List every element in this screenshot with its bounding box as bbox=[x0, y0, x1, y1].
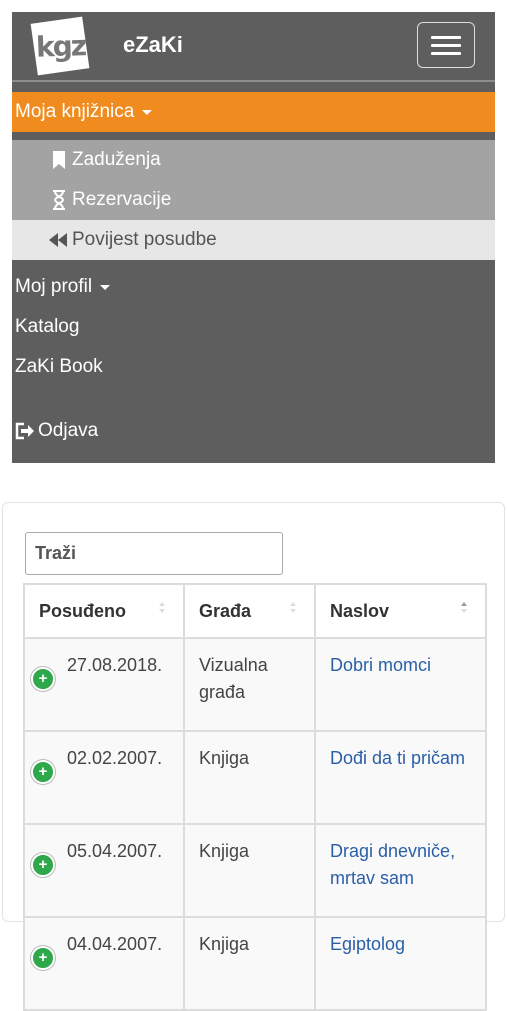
cell-posudeno: + 04.04.2007. bbox=[23, 916, 185, 1011]
submenu-rezervacije-label: Rezervacije bbox=[72, 189, 172, 210]
submenu-rezervacije[interactable]: Rezervacije bbox=[12, 180, 495, 220]
menu-moja-knjiznica-label: Moja knjižnica bbox=[15, 101, 135, 122]
menu-odjava[interactable]: Odjava bbox=[12, 411, 495, 451]
cell-naslov: Dobri momci bbox=[314, 637, 487, 732]
date-value: 27.08.2018. bbox=[67, 655, 163, 675]
title-link[interactable]: Dobri momci bbox=[330, 655, 431, 675]
column-header-label: Posuđeno bbox=[39, 600, 127, 621]
expand-row-icon[interactable]: + bbox=[31, 760, 55, 784]
navbar: kgz eZaKi bbox=[12, 12, 495, 82]
expand-row-icon[interactable]: + bbox=[31, 853, 55, 877]
column-header-grada[interactable]: Građa bbox=[183, 583, 316, 639]
column-header-naslov[interactable]: Naslov bbox=[314, 583, 487, 639]
cell-posudeno: + 05.04.2007. bbox=[23, 823, 185, 918]
cell-naslov: Dragi dnevniče, mrtav sam bbox=[314, 823, 487, 918]
menu-odjava-label: Odjava bbox=[38, 420, 99, 441]
title-link[interactable]: Dragi dnevniče, mrtav sam bbox=[330, 841, 455, 888]
date-value: 05.04.2007. bbox=[67, 841, 163, 861]
expand-row-icon[interactable]: + bbox=[31, 946, 55, 970]
top-navigation: kgz eZaKi Moja knjižnica Zaduženja Rezer… bbox=[12, 12, 495, 463]
table-header-row: Posuđeno Građa Naslov bbox=[23, 583, 487, 639]
search-input[interactable] bbox=[25, 532, 283, 575]
column-header-label: Građa bbox=[199, 600, 252, 621]
menu-moja-knjiznica[interactable]: Moja knjižnica bbox=[12, 92, 495, 132]
column-header-label: Naslov bbox=[330, 600, 390, 621]
submenu-povijest-posudbe[interactable]: Povijest posudbe bbox=[12, 220, 495, 260]
cell-grada: Knjiga bbox=[183, 823, 316, 918]
table-row: + 04.04.2007. Knjiga Egiptolog bbox=[23, 916, 487, 1011]
logout-icon bbox=[15, 422, 35, 440]
table-row: + 05.04.2007. Knjiga Dragi dnevniče, mrt… bbox=[23, 823, 487, 918]
cell-posudeno: + 27.08.2018. bbox=[23, 637, 185, 732]
date-value: 04.04.2007. bbox=[67, 934, 163, 954]
cell-naslov: Dođi da ti pričam bbox=[314, 730, 487, 825]
menu-zaki-book[interactable]: ZaKi Book bbox=[12, 347, 495, 387]
title-link[interactable]: Dođi da ti pričam bbox=[330, 748, 465, 768]
cell-posudeno: + 02.02.2007. bbox=[23, 730, 185, 825]
hourglass-icon bbox=[48, 190, 70, 210]
table-row: + 27.08.2018. Vizualna građa Dobri momci bbox=[23, 637, 487, 732]
cell-grada: Vizualna građa bbox=[183, 637, 316, 732]
cell-grada: Knjiga bbox=[183, 730, 316, 825]
column-header-posudeno[interactable]: Posuđeno bbox=[23, 583, 185, 639]
menu-moj-profil[interactable]: Moj profil bbox=[12, 267, 495, 307]
bookmark-icon bbox=[48, 151, 70, 169]
cell-naslov: Egiptolog bbox=[314, 916, 487, 1011]
menu-katalog-label: Katalog bbox=[15, 316, 80, 337]
date-value: 02.02.2007. bbox=[67, 748, 163, 768]
sort-icon bbox=[290, 602, 296, 613]
sort-icon bbox=[159, 602, 165, 613]
submenu-zaduzenja-label: Zaduženja bbox=[72, 149, 161, 170]
menu-moj-profil-label: Moj profil bbox=[15, 276, 93, 297]
hamburger-icon bbox=[431, 35, 461, 39]
submenu-zaduzenja[interactable]: Zaduženja bbox=[12, 140, 495, 180]
menu-katalog[interactable]: Katalog bbox=[12, 307, 495, 347]
backward-icon bbox=[48, 232, 70, 248]
expand-row-icon[interactable]: + bbox=[31, 667, 55, 691]
menu-zaki-book-label: ZaKi Book bbox=[15, 356, 103, 377]
cell-grada: Knjiga bbox=[183, 916, 316, 1011]
caret-down-icon bbox=[100, 284, 111, 290]
menu-toggle-button[interactable] bbox=[417, 22, 475, 68]
logo-text: kgz bbox=[34, 28, 86, 64]
loan-history-table: Posuđeno Građa Naslov + 27.08.2018. Vizu… bbox=[23, 583, 487, 1011]
brand-title[interactable]: eZaKi bbox=[123, 32, 183, 58]
kgz-logo[interactable]: kgz bbox=[30, 16, 90, 76]
table-row: + 02.02.2007. Knjiga Dođi da ti pričam bbox=[23, 730, 487, 825]
title-link[interactable]: Egiptolog bbox=[330, 934, 405, 954]
caret-down-icon bbox=[142, 109, 153, 115]
submenu-povijest-label: Povijest posudbe bbox=[72, 229, 217, 250]
sort-ascending-icon bbox=[461, 602, 467, 613]
